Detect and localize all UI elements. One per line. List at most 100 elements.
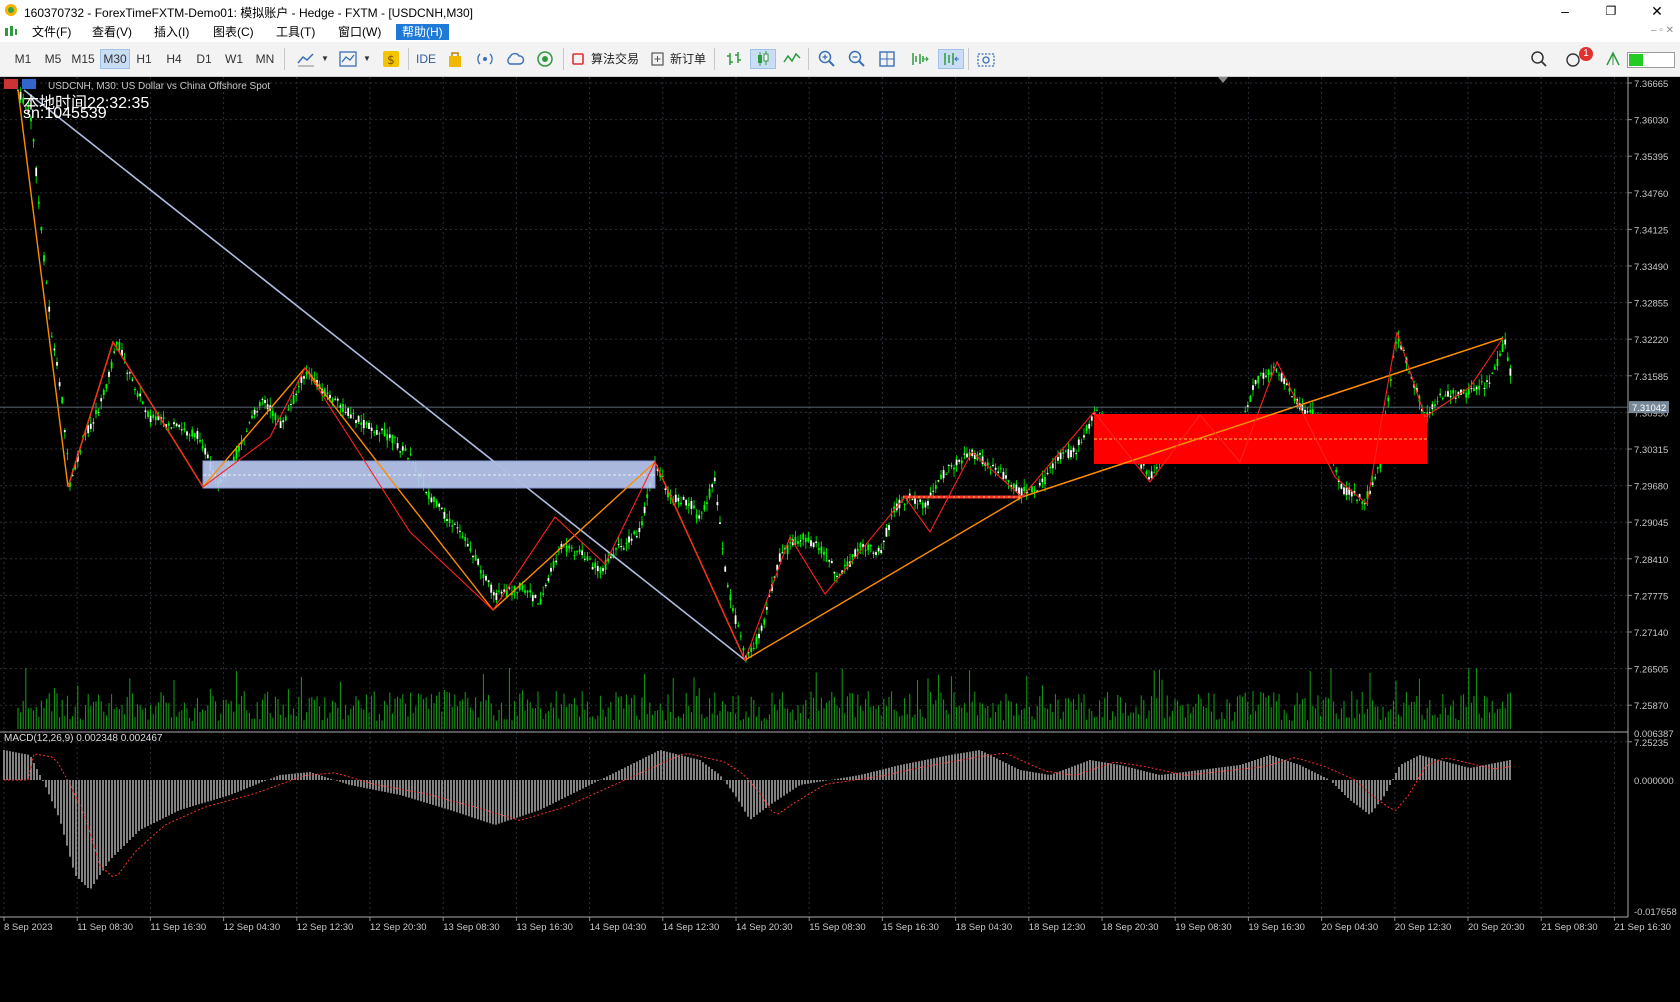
candle-body bbox=[914, 498, 916, 504]
connection-strength-bar bbox=[1627, 52, 1675, 68]
autoscroll-icon[interactable] bbox=[907, 49, 931, 69]
time-tick-label: 13 Sep 08:30 bbox=[443, 922, 500, 933]
ide-button[interactable]: IDE bbox=[414, 49, 438, 69]
candle-body bbox=[1488, 382, 1491, 384]
menu-help[interactable]: 帮助(H) bbox=[396, 24, 449, 40]
time-tick-label: 12 Sep 12:30 bbox=[297, 922, 354, 933]
dollar-icon[interactable]: $ bbox=[379, 49, 403, 69]
dropdown-arrow-icon[interactable]: ▼ bbox=[321, 49, 329, 69]
chart-shift-icon[interactable] bbox=[938, 49, 964, 69]
candle-body bbox=[755, 637, 758, 645]
candle-body bbox=[817, 547, 820, 551]
time-tick-label: 20 Sep 20:30 bbox=[1468, 922, 1525, 933]
candle-body bbox=[128, 372, 131, 374]
signal-icon[interactable] bbox=[473, 49, 497, 69]
candle-body bbox=[999, 468, 1002, 470]
menu-insert[interactable]: 插入(I) bbox=[148, 24, 195, 40]
menu-charts[interactable]: 图表(C) bbox=[207, 24, 260, 40]
timeframe-h4[interactable]: H4 bbox=[160, 49, 188, 69]
search-icon[interactable] bbox=[1527, 49, 1551, 69]
candle-body bbox=[381, 428, 383, 431]
candle-body bbox=[810, 540, 812, 547]
candle-body bbox=[362, 419, 365, 429]
zoom-out-icon[interactable] bbox=[845, 49, 869, 69]
timeframe-m1[interactable]: M1 bbox=[9, 49, 37, 69]
macd-signal-line bbox=[4, 752, 1511, 877]
candle-body bbox=[251, 415, 253, 419]
algo-trading-button[interactable]: 算法交易 bbox=[589, 49, 641, 69]
candle-body bbox=[1343, 487, 1345, 495]
timeframe-m5[interactable]: M5 bbox=[39, 49, 67, 69]
signal-strength-icon[interactable] bbox=[1601, 49, 1625, 69]
app-icon bbox=[5, 4, 17, 16]
candle-body bbox=[1387, 397, 1390, 402]
candle-body bbox=[95, 410, 97, 414]
notification-badge: 1 bbox=[1579, 47, 1593, 61]
algo-stop-icon[interactable] bbox=[569, 49, 587, 69]
timeframe-m15[interactable]: M15 bbox=[69, 49, 97, 69]
candle-body bbox=[407, 458, 409, 460]
chart-window[interactable]: 7.36665 7.36030 7.35395 7.34760 7.34125 7.334… bbox=[0, 77, 1680, 1002]
toolbar: M1 M5 M15 M30 H1 H4 D1 W1 MN ▼ ▼ $ IDE 算… bbox=[0, 42, 1680, 77]
demand-zone-blue bbox=[202, 460, 656, 489]
zigzag-orange bbox=[17, 89, 1504, 661]
candle-body bbox=[258, 402, 261, 407]
menu-window[interactable]: 窗口(W) bbox=[332, 24, 387, 40]
price-chart[interactable]: 7.36665 7.36030 7.35395 7.34760 7.34125 7.334… bbox=[0, 77, 1680, 1002]
new-order-icon[interactable] bbox=[648, 49, 666, 69]
candle-body bbox=[615, 547, 617, 550]
line-chart-icon[interactable] bbox=[780, 49, 804, 69]
vps-icon[interactable] bbox=[533, 49, 557, 69]
timeframe-d1[interactable]: D1 bbox=[190, 49, 218, 69]
candle-body bbox=[87, 425, 90, 434]
candle-body bbox=[1064, 450, 1067, 452]
menu-file[interactable]: 文件(F) bbox=[26, 24, 77, 40]
candle-body bbox=[144, 410, 147, 413]
candle-body bbox=[981, 456, 984, 465]
timeframe-h1[interactable]: H1 bbox=[130, 49, 158, 69]
candle-body bbox=[48, 306, 51, 312]
candle-body bbox=[638, 527, 641, 533]
candle-body bbox=[180, 429, 183, 431]
candle-body bbox=[1090, 416, 1093, 421]
zoom-in-icon[interactable] bbox=[815, 49, 839, 69]
grid-icon[interactable] bbox=[875, 49, 899, 69]
candle-body bbox=[264, 400, 266, 404]
candle-body bbox=[459, 530, 461, 532]
new-order-button[interactable]: 新订单 bbox=[668, 49, 708, 69]
bag-icon[interactable] bbox=[443, 49, 467, 69]
candle-body bbox=[750, 647, 753, 652]
candle-body bbox=[235, 448, 238, 459]
time-tick-label: 13 Sep 16:30 bbox=[516, 922, 573, 933]
candlestick-icon[interactable] bbox=[750, 49, 776, 69]
close-button[interactable]: ✕ bbox=[1634, 0, 1680, 22]
dropdown-arrow-icon[interactable]: ▼ bbox=[363, 49, 371, 69]
screenshot-icon[interactable] bbox=[974, 49, 998, 69]
candle-body bbox=[521, 585, 524, 590]
cloud-icon[interactable] bbox=[503, 49, 527, 69]
candle-body bbox=[734, 615, 737, 625]
timeframe-mn[interactable]: MN bbox=[251, 49, 279, 69]
candle-body bbox=[409, 453, 412, 455]
candle-body bbox=[1283, 378, 1286, 384]
candle-body bbox=[1374, 477, 1377, 479]
minimize-button[interactable]: – bbox=[1542, 0, 1588, 22]
menu-view[interactable]: 查看(V) bbox=[86, 24, 138, 40]
mdi-controls[interactable]: – ▫ ✕ bbox=[1651, 25, 1674, 36]
maximize-button[interactable]: ❐ bbox=[1588, 0, 1634, 22]
menu-tools[interactable]: 工具(T) bbox=[270, 24, 321, 40]
line-studies-icon[interactable] bbox=[294, 49, 318, 69]
candle-body bbox=[708, 488, 711, 498]
chart-type-icon[interactable] bbox=[336, 49, 360, 69]
candle-body bbox=[1007, 480, 1010, 482]
candle-body bbox=[303, 376, 305, 379]
candle-body bbox=[856, 548, 859, 552]
bar-chart-icon[interactable] bbox=[722, 49, 746, 69]
candle-body bbox=[966, 453, 968, 458]
candle-body bbox=[391, 434, 394, 443]
timeframe-w1[interactable]: W1 bbox=[220, 49, 248, 69]
candle-body bbox=[869, 544, 872, 547]
candle-body bbox=[1249, 395, 1252, 402]
timeframe-m30[interactable]: M30 bbox=[100, 49, 130, 69]
candle-body bbox=[911, 499, 914, 501]
